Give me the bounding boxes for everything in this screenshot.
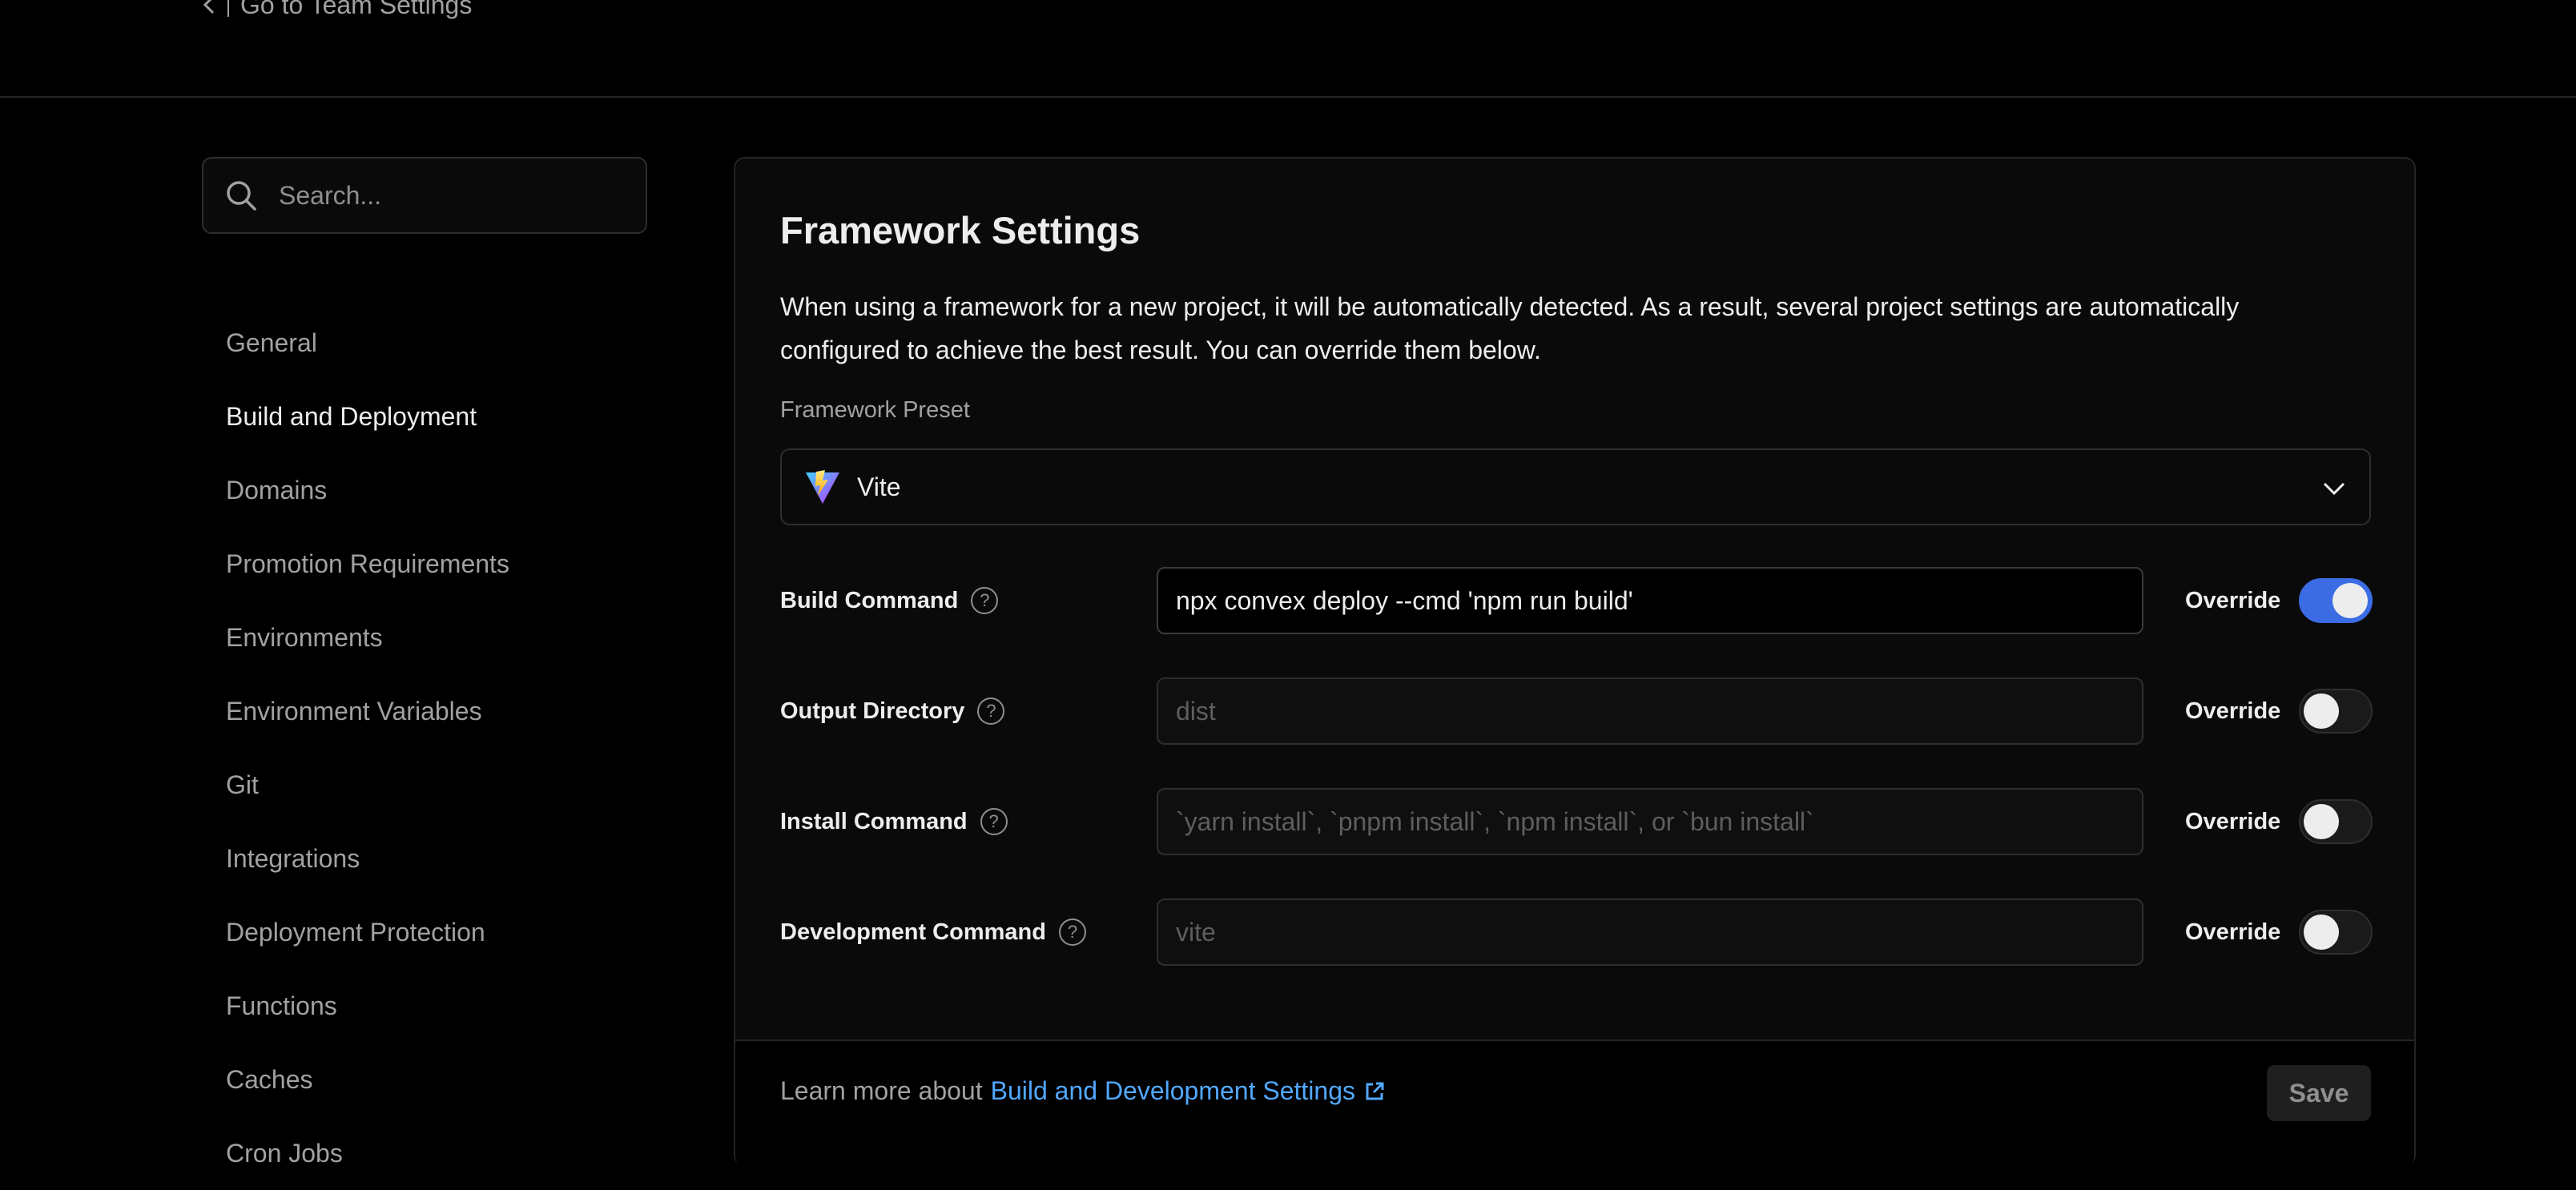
output-directory-row: Output Directory ? Override: [780, 677, 2373, 745]
install-command-label-wrap: Install Command ?: [780, 788, 1008, 855]
chevron-left-icon: [203, 0, 215, 14]
vite-logo-icon: [806, 470, 839, 504]
chevron-down-icon: [2323, 482, 2345, 496]
output-directory-input[interactable]: [1157, 677, 2143, 745]
sidebar-item-promotion-requirements[interactable]: Promotion Requirements: [226, 527, 509, 601]
search-icon: [227, 181, 256, 211]
learn-more-prefix: Learn more about: [780, 1076, 983, 1105]
framework-preset-label: Framework Preset: [780, 397, 970, 423]
build-command-label-wrap: Build Command ?: [780, 567, 999, 634]
development-command-label: Development Command: [780, 919, 1046, 945]
sidebar-item-general[interactable]: General: [226, 306, 509, 380]
sidebar-item-cron-jobs[interactable]: Cron Jobs: [226, 1116, 509, 1190]
override-label: Override: [2185, 587, 2281, 613]
toggle-knob: [2304, 804, 2339, 839]
back-to-team-settings-link[interactable]: Go to Team Settings: [202, 0, 472, 21]
development-command-override-toggle[interactable]: [2299, 910, 2373, 955]
sidebar-item-caches[interactable]: Caches: [226, 1043, 509, 1116]
sidebar-item-integrations[interactable]: Integrations: [226, 822, 509, 895]
output-directory-override-toggle[interactable]: [2299, 689, 2373, 734]
toggle-knob: [2332, 583, 2368, 618]
save-button[interactable]: Save: [2267, 1065, 2371, 1121]
search-input[interactable]: [277, 179, 633, 211]
build-command-row: Build Command ? Override: [780, 567, 2373, 634]
sidebar-item-environment-variables[interactable]: Environment Variables: [226, 674, 509, 748]
help-icon[interactable]: ?: [977, 698, 1005, 725]
search-box: [202, 157, 647, 234]
install-command-row: Install Command ? Override: [780, 788, 2373, 855]
install-command-override-toggle[interactable]: [2299, 799, 2373, 844]
output-directory-label: Output Directory: [780, 698, 965, 724]
build-command-input[interactable]: [1157, 567, 2143, 634]
learn-more-text: Learn more about Build and Development S…: [780, 1076, 1386, 1106]
help-icon[interactable]: ?: [980, 808, 1008, 835]
sidebar-nav: General Build and Deployment Domains Pro…: [226, 306, 509, 1190]
override-label: Override: [2185, 698, 2281, 724]
output-directory-label-wrap: Output Directory ?: [780, 677, 1005, 745]
help-icon[interactable]: ?: [971, 587, 999, 614]
sidebar-item-domains[interactable]: Domains: [226, 453, 509, 527]
build-command-override-toggle[interactable]: [2299, 578, 2373, 623]
sidebar-item-deployment-protection[interactable]: Deployment Protection: [226, 895, 509, 969]
toggle-knob: [2304, 915, 2339, 950]
install-command-input[interactable]: [1157, 788, 2143, 855]
back-link-label: Go to Team Settings: [240, 0, 473, 19]
development-command-input[interactable]: [1157, 899, 2143, 966]
page-title: Framework Settings: [780, 209, 1141, 251]
framework-settings-card: Framework Settings When using a framewor…: [734, 157, 2416, 1168]
override-label: Override: [2185, 919, 2281, 945]
top-bar: Go to Team Settings: [0, 0, 2576, 98]
development-command-label-wrap: Development Command ?: [780, 899, 1086, 966]
external-link-icon: [1366, 1082, 1384, 1100]
toggle-knob: [2304, 693, 2339, 729]
docs-link-label: Build and Development Settings: [990, 1076, 1355, 1105]
override-label: Override: [2185, 808, 2281, 834]
sidebar-item-functions[interactable]: Functions: [226, 969, 509, 1043]
sidebar-item-environments[interactable]: Environments: [226, 601, 509, 674]
help-icon[interactable]: ?: [1058, 919, 1086, 946]
sidebar-item-build-and-deployment[interactable]: Build and Deployment: [226, 380, 509, 453]
build-settings-docs-link[interactable]: Build and Development Settings: [991, 1076, 1386, 1106]
card-footer: Learn more about Build and Development S…: [735, 1039, 2414, 1168]
framework-preset-select[interactable]: Vite: [780, 448, 2371, 525]
sidebar-item-git[interactable]: Git: [226, 748, 509, 822]
install-command-label: Install Command: [780, 808, 968, 834]
section-description: When using a framework for a new project…: [780, 292, 2240, 364]
build-command-label: Build Command: [780, 587, 959, 613]
framework-preset-value: Vite: [857, 472, 901, 501]
separator: [227, 0, 229, 17]
development-command-row: Development Command ? Override: [780, 899, 2373, 966]
